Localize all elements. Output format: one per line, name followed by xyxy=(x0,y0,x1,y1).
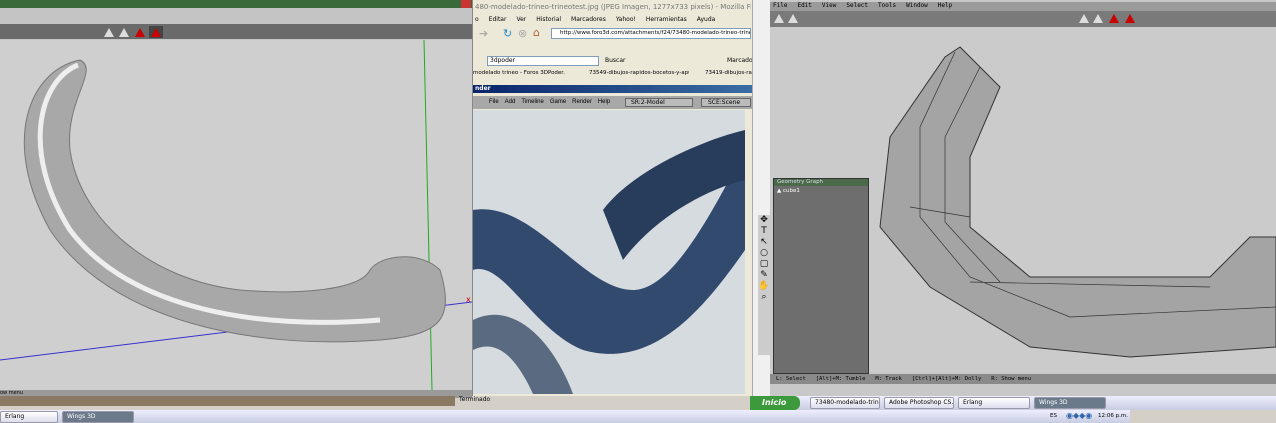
status-hint: [Alt]+M: Tumble xyxy=(815,376,866,382)
edge-mode-icon[interactable] xyxy=(119,28,129,37)
menu-item[interactable]: o xyxy=(475,16,479,23)
blender-toolbox: ✥ T ↖ ○ ▢ ✎ ✋ ⌕ xyxy=(758,215,770,355)
view-icon[interactable] xyxy=(788,14,798,23)
menu-render[interactable]: Render xyxy=(572,99,592,105)
menu-editar[interactable]: Editar xyxy=(489,16,507,23)
menu-historial[interactable]: Historial xyxy=(536,16,561,23)
tab[interactable]: modelado trineo - Foros 3DPoder. xyxy=(473,70,573,76)
menu-view[interactable]: View xyxy=(822,2,836,9)
menu-file[interactable]: File xyxy=(773,2,787,9)
reload-icon[interactable]: ↻ xyxy=(503,27,512,40)
status-hint: [Ctrl]+[Alt]+M: Dolly xyxy=(911,376,982,382)
toolbar xyxy=(0,24,472,39)
edge-mode-icon[interactable] xyxy=(1093,14,1103,23)
firefox-window: 480-modelado-trineo-trineotest.jpg (JPEG… xyxy=(459,0,762,403)
blender-title: nder xyxy=(473,85,753,93)
url-input[interactable]: http://www.foro3d.com/attachments/f24/73… xyxy=(551,28,751,39)
menu-select[interactable]: Select xyxy=(846,2,868,9)
close-icon[interactable] xyxy=(461,0,471,8)
taskbar-item-erlang[interactable]: Erlang xyxy=(958,397,1030,409)
object-name: cube1 xyxy=(782,188,800,194)
taskbar-item-wings[interactable]: Wings 3D xyxy=(1034,397,1106,409)
taskbar-item-photoshop[interactable]: Adobe Photoshop CS... xyxy=(884,397,954,409)
status-bar: L: Select [Alt]+M: Tumble M: Track [Ctrl… xyxy=(770,374,1276,384)
geometry-graph-panel: Geometry Graph ▲ cube1 xyxy=(773,178,869,374)
face-mode-icon[interactable] xyxy=(1109,14,1119,23)
menu-game[interactable]: Game xyxy=(550,99,566,105)
start-button[interactable]: Inicio xyxy=(750,396,800,410)
menu-ver[interactable]: Ver xyxy=(516,16,526,23)
taskbar-item-firefox[interactable]: 73480-modelado-trin... xyxy=(810,397,880,409)
left-viewport[interactable]: x xyxy=(0,40,472,390)
left-wings-window: x ow menu xyxy=(0,0,472,398)
taskbar-item-wings[interactable]: Wings 3D xyxy=(62,411,134,423)
menu-timeline[interactable]: Timeline xyxy=(521,99,543,105)
right-wings-window: File Edit View Select Tools Window Help Geomet… xyxy=(770,0,1276,396)
menu-bar: File Edit View Select Tools Window Help xyxy=(770,2,1276,11)
search-input[interactable]: 3dpoder xyxy=(487,56,599,66)
language-indicator[interactable]: ES xyxy=(1050,413,1057,419)
tray-icons: ◉◆◆◉ xyxy=(1066,411,1093,420)
menu-yahoo[interactable]: Yahoo! xyxy=(616,16,636,23)
home-icon[interactable]: ⌂ xyxy=(533,26,540,39)
window-title: 480-modelado-trineo-trineotest.jpg (JPEG… xyxy=(475,3,751,11)
menu-bar: o Editar Ver Historial Marcadores Yahoo! Herra… xyxy=(475,16,725,23)
vertex-mode-icon[interactable] xyxy=(1079,14,1089,23)
menu-marcadores[interactable]: Marcadores xyxy=(571,16,606,23)
toolbar xyxy=(770,11,1276,27)
menu-help[interactable]: Help xyxy=(938,2,952,9)
status-hint: M: Track xyxy=(875,376,902,382)
forward-icon[interactable]: ➔ xyxy=(479,27,488,40)
tab[interactable]: 73419-dibujos-rapid xyxy=(705,70,753,76)
status-hint: R: Show menu xyxy=(991,376,1032,382)
status-hint: L: Select xyxy=(776,376,806,382)
stop-icon[interactable]: ⊗ xyxy=(518,27,527,40)
scene-select[interactable]: SCE:Scene xyxy=(701,98,751,107)
vertex-mode-icon[interactable] xyxy=(104,28,114,37)
menu-ayuda[interactable]: Ayuda xyxy=(697,16,716,23)
svg-text:x: x xyxy=(466,295,471,304)
reference-image xyxy=(473,110,745,394)
screen-select[interactable]: SR:2-Model xyxy=(625,98,693,107)
body-mode-icon[interactable] xyxy=(1125,14,1135,23)
menu-window[interactable]: Window xyxy=(906,2,928,9)
object-item[interactable]: ▲ cube1 xyxy=(774,186,868,194)
taskbar-item-erlang[interactable]: Erlang xyxy=(0,411,58,423)
menu-add[interactable]: Add xyxy=(505,99,516,105)
menu-help[interactable]: Help xyxy=(598,99,610,105)
menu-herramientas[interactable]: Herramientas xyxy=(646,16,687,23)
search-button[interactable]: Buscar xyxy=(605,57,626,64)
body-mode-icon[interactable] xyxy=(149,26,163,38)
menu-file[interactable]: File xyxy=(489,99,499,105)
status-bar: Terminado xyxy=(459,396,491,403)
panel-title: Geometry Graph xyxy=(774,179,868,186)
face-mode-icon[interactable] xyxy=(135,28,145,37)
tab[interactable]: 73549-dibujos-rapidos-bocetos-y-apu... xyxy=(589,70,689,76)
clock: 12:06 p.m. xyxy=(1098,413,1128,419)
menu-edit[interactable]: Edit xyxy=(797,2,811,9)
menu-tools[interactable]: Tools xyxy=(878,2,896,9)
perspective-icon[interactable] xyxy=(774,14,784,23)
